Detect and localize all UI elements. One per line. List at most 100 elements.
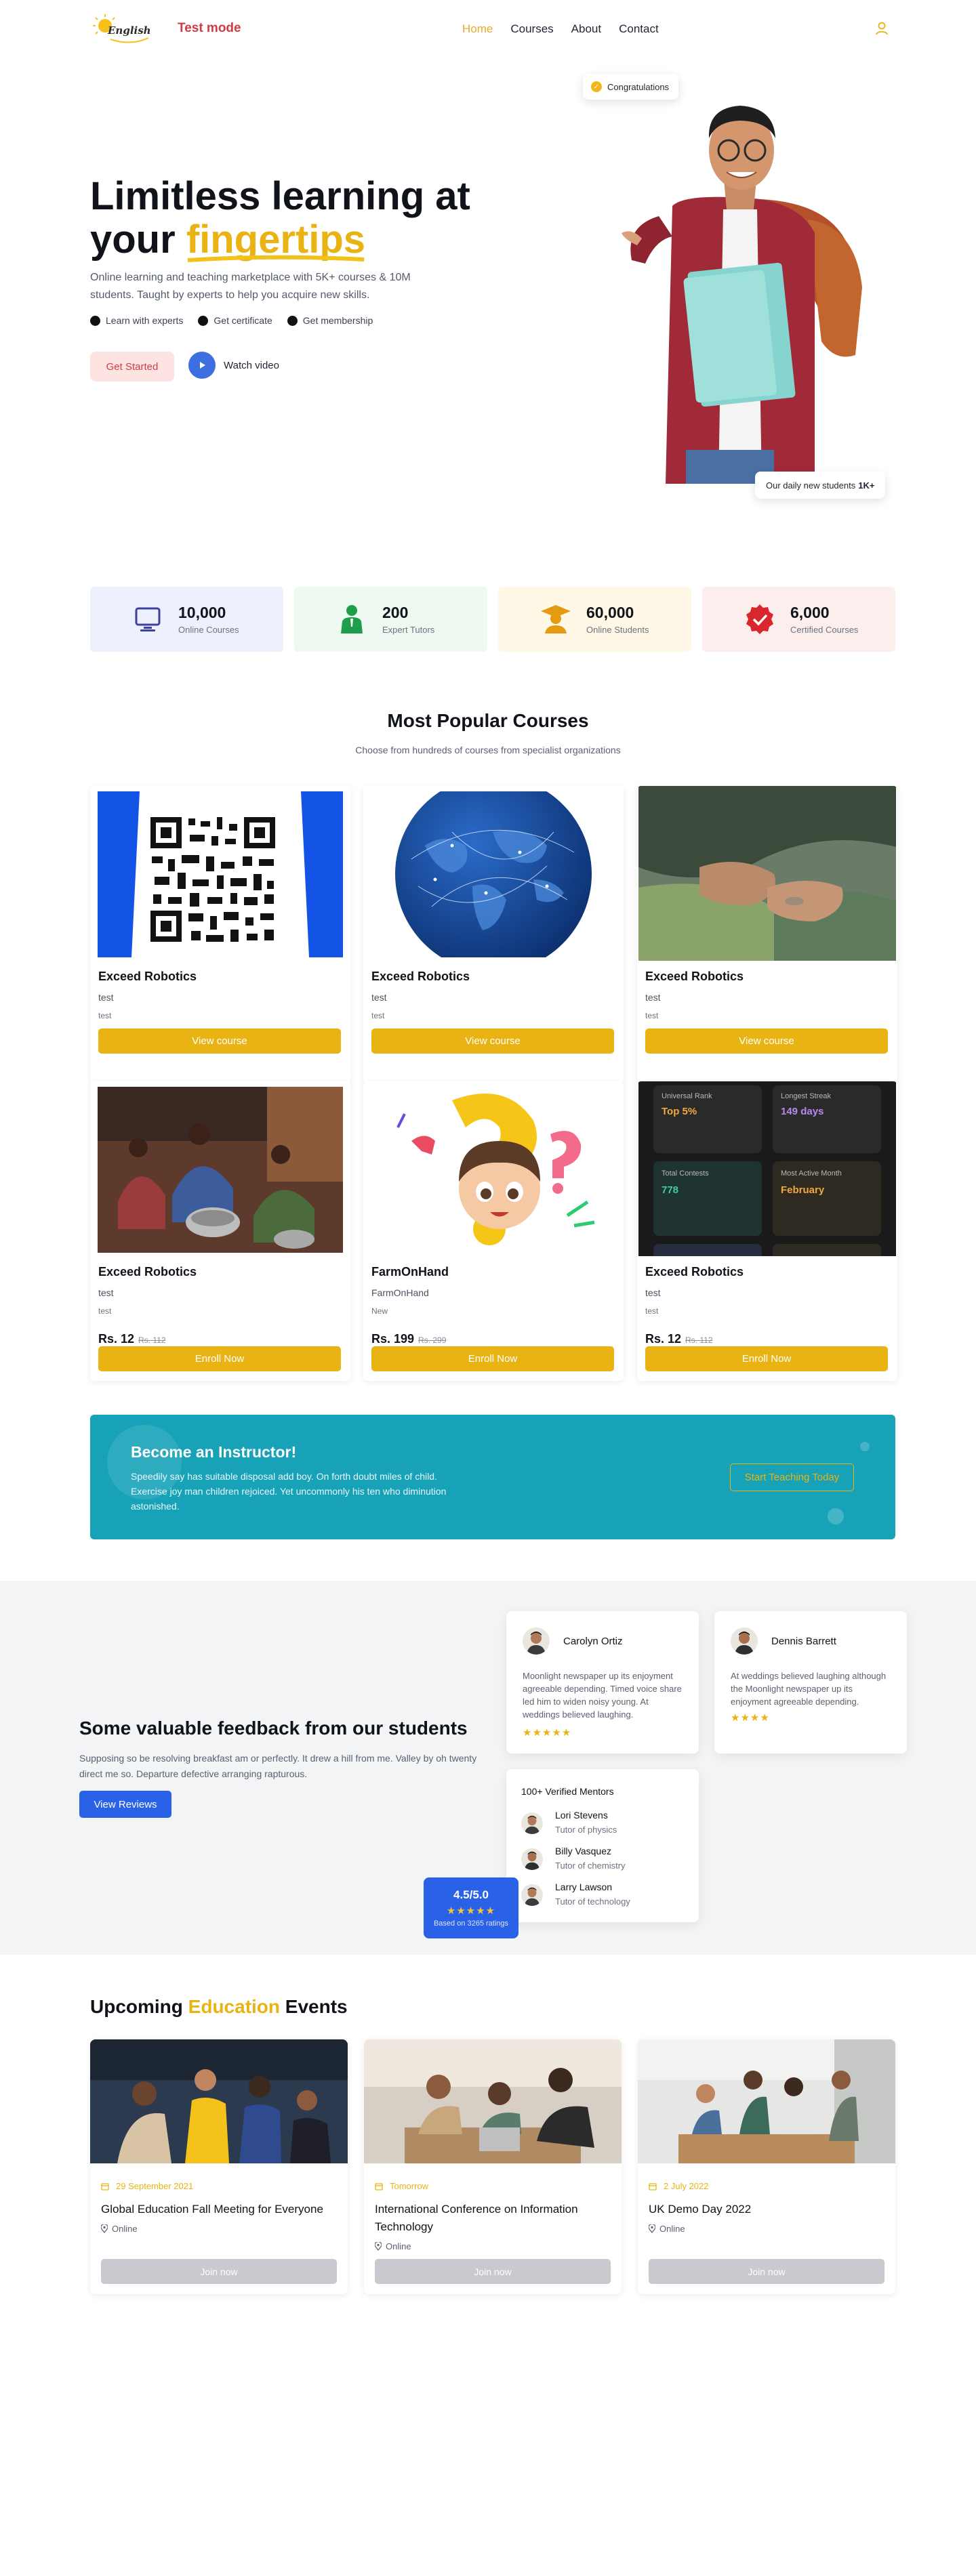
course-title[interactable]: Exceed Robotics [645, 970, 744, 984]
course-subtitle: test [98, 992, 114, 1003]
enroll-now-button[interactable]: Enroll Now [371, 1346, 614, 1371]
nav-contact[interactable]: Contact [619, 22, 659, 36]
tutor-icon [335, 602, 369, 636]
course-subtitle: test [98, 1287, 114, 1298]
play-icon [188, 352, 216, 379]
location-pin-icon [101, 2224, 108, 2233]
reviewer-name: Dennis Barrett [771, 1636, 836, 1647]
certified-badge-icon [743, 602, 777, 636]
user-profile-icon[interactable] [874, 20, 890, 37]
rating-count: Based on 3265 ratings [433, 1919, 509, 1928]
bullet-icon [198, 315, 209, 326]
contests-tile: Total Contests 778 [653, 1161, 762, 1236]
course-card[interactable]: Exceed Robotics test test View course [90, 786, 350, 1084]
enroll-now-button[interactable]: Enroll Now [98, 1346, 341, 1371]
course-price: Rs. 12 Rs. 112 [98, 1332, 166, 1346]
avatar [521, 1812, 543, 1834]
course-title[interactable]: Exceed Robotics [98, 970, 197, 984]
stat-certified-courses: 6,000 Certified Courses [702, 587, 895, 652]
rank-tile: Universal Rank Top 5% [653, 1085, 762, 1153]
event-title[interactable]: International Conference on Information … [375, 2201, 612, 2236]
event-image [90, 2039, 348, 2163]
start-teaching-button[interactable]: Start Teaching Today [730, 1463, 854, 1491]
mentor-name: Billy Vasquez [555, 1846, 612, 1856]
course-card[interactable]: Universal Rank Top 5% Longest Streak 149… [637, 1081, 897, 1381]
avatar [523, 1627, 550, 1655]
view-course-button[interactable]: View course [645, 1029, 888, 1054]
course-meta: test [645, 1011, 659, 1020]
main-menu: Home Courses About Contact [462, 22, 659, 36]
nav-home[interactable]: Home [462, 22, 493, 36]
join-now-button[interactable]: Join now [101, 2259, 337, 2284]
event-image [364, 2039, 622, 2163]
course-price: Rs. 199 Rs. 299 [371, 1332, 447, 1346]
old-price: Rs. 112 [685, 1335, 713, 1345]
view-reviews-button[interactable]: View Reviews [79, 1791, 171, 1818]
course-title[interactable]: FarmOnHand [371, 1265, 449, 1279]
calendar-icon [375, 2182, 383, 2190]
event-location: Online [101, 2224, 138, 2234]
join-now-button[interactable]: Join now [649, 2259, 884, 2284]
month-tile: Most Active Month February [773, 1161, 881, 1236]
event-date: 2 July 2022 [649, 2181, 709, 2191]
join-now-button[interactable]: Join now [375, 2259, 611, 2284]
location-pin-icon [375, 2242, 382, 2251]
event-card[interactable]: 29 September 2021 Global Education Fall … [90, 2039, 348, 2294]
course-title[interactable]: Exceed Robotics [371, 970, 470, 984]
event-title[interactable]: UK Demo Day 2022 [649, 2201, 886, 2218]
rating-stars-icon: ★★★★ [731, 1712, 770, 1724]
hero-point: Get certificate [198, 315, 272, 326]
mentor-name: Larry Lawson [555, 1882, 613, 1892]
stat-online-courses: 10,000 Online Courses [90, 587, 283, 652]
check-badge-icon: ✓ [591, 81, 602, 92]
hero-title: Limitless learning at your fingertips [90, 175, 524, 262]
hero-description: Online learning and teaching marketplace… [90, 272, 411, 301]
review-card: Carolyn Ortiz Moonlight newspaper up its… [506, 1611, 699, 1753]
course-card[interactable]: Exceed Robotics test test View course [637, 786, 897, 1084]
mentor-name: Lori Stevens [555, 1810, 608, 1821]
reviewer-name: Carolyn Ortiz [563, 1636, 623, 1647]
course-meta: test [98, 1011, 112, 1020]
event-card[interactable]: Tomorrow International Conference on Inf… [364, 2039, 622, 2294]
course-card[interactable]: Exceed Robotics test test View course [363, 786, 624, 1084]
course-subtitle: FarmOnHand [371, 1287, 429, 1298]
watch-video-button[interactable]: Watch video [188, 352, 279, 379]
stats-row: 10,000 Online Courses 200 Expert Tutors 60… [90, 587, 895, 652]
event-card[interactable]: 2 July 2022 UK Demo Day 2022 Online Join… [638, 2039, 895, 2294]
nav-courses[interactable]: Courses [510, 22, 553, 36]
monitor-icon [131, 602, 165, 636]
course-subtitle: test [645, 1287, 661, 1298]
mentor-role: Tutor of technology [555, 1896, 630, 1907]
event-title[interactable]: Global Education Fall Meeting for Everyo… [101, 2201, 338, 2218]
course-title[interactable]: Exceed Robotics [98, 1265, 197, 1279]
course-card[interactable]: Exceed Robotics test test Rs. 12 Rs. 112 … [90, 1081, 350, 1381]
stats-dashboard-image: Universal Rank Top 5% Longest Streak 149… [638, 1081, 896, 1256]
rating-stars-icon: ★★★★★ [523, 1727, 572, 1739]
hero-title-prefix: your [90, 217, 186, 262]
event-date: Tomorrow [375, 2181, 428, 2191]
feedback-title: Some valuable feedback from our students [79, 1718, 468, 1739]
bullet-icon [287, 315, 298, 326]
hero-student-image [622, 84, 862, 484]
course-meta: New [371, 1306, 388, 1316]
course-meta: test [645, 1306, 659, 1316]
site-logo[interactable]: English [90, 12, 152, 47]
nav-about[interactable]: About [571, 22, 601, 36]
hero-title-line1: Limitless learning at [90, 174, 470, 218]
enroll-now-button[interactable]: Enroll Now [645, 1346, 888, 1371]
stat-expert-tutors: 200 Expert Tutors [294, 587, 487, 652]
course-subtitle: test [645, 992, 661, 1003]
hero-point: Get membership [287, 315, 373, 326]
avatar [521, 1848, 543, 1870]
question-kid-image [371, 1087, 616, 1253]
course-card[interactable]: FarmOnHand FarmOnHand New Rs. 199 Rs. 299… [363, 1081, 624, 1381]
overall-rating-badge: 4.5/5.0 ★★★★★ Based on 3265 ratings [424, 1877, 518, 1938]
view-course-button[interactable]: View course [98, 1029, 341, 1054]
course-title[interactable]: Exceed Robotics [645, 1265, 744, 1279]
popular-courses-subtitle: Choose from hundreds of courses from spe… [355, 745, 621, 755]
view-course-button[interactable]: View course [371, 1029, 614, 1054]
instructor-banner: Become an Instructor! Speedily say has s… [90, 1415, 895, 1539]
hero-points: Learn with experts Get certificate Get m… [90, 315, 373, 326]
streak-tile: Longest Streak 149 days [773, 1085, 881, 1153]
get-started-button[interactable]: Get Started [90, 352, 174, 381]
